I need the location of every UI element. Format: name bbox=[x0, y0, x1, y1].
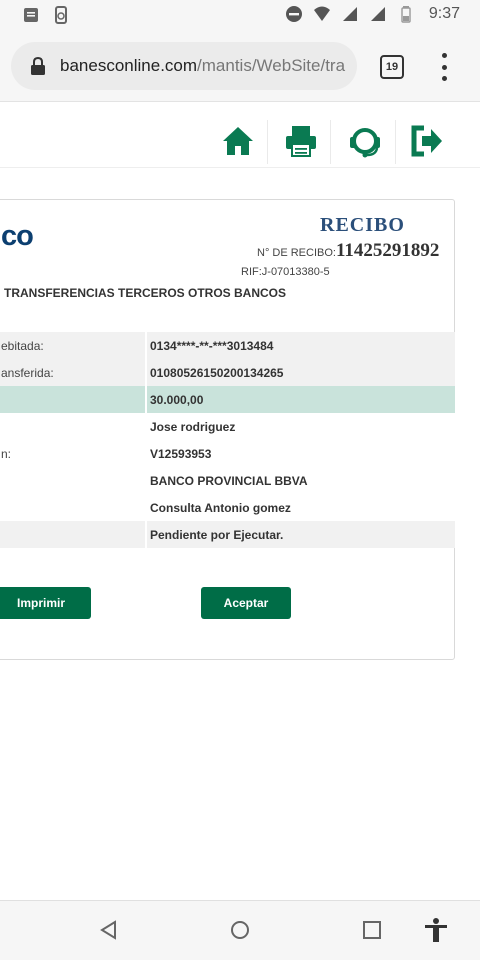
menu-dot bbox=[441, 76, 447, 81]
receipt-number-row: N° DE RECIBO: 11425291892 bbox=[257, 240, 439, 262]
accessibility-icon[interactable] bbox=[423, 917, 449, 943]
receipt-title: RECIBO bbox=[320, 214, 405, 236]
browser-toolbar: banesconline.com/mantis/WebSite/tra 19 bbox=[0, 32, 480, 102]
logout-icon[interactable] bbox=[410, 124, 444, 158]
battery-icon bbox=[401, 6, 411, 23]
row-value: 01080526150200134265 bbox=[147, 359, 455, 386]
table-row: Consulta Antonio gomez bbox=[0, 494, 455, 521]
toolbar-divider bbox=[330, 120, 331, 164]
table-row: 30.000,00 bbox=[0, 386, 455, 413]
receipt-number: 11425291892 bbox=[335, 240, 440, 261]
clock: 9:37 bbox=[428, 5, 460, 22]
table-row: ansferida: 01080526150200134265 bbox=[0, 359, 455, 386]
url-path: /mantis/WebSite/tra bbox=[197, 56, 346, 75]
receipt-number-label: N° DE RECIBO: bbox=[257, 247, 336, 259]
table-row: n: V12593953 bbox=[0, 440, 455, 467]
row-label bbox=[0, 467, 145, 494]
table-row: Jose rodriguez bbox=[0, 413, 455, 440]
row-value: V12593953 bbox=[147, 440, 455, 467]
system-nav-bar bbox=[0, 900, 480, 960]
recents-icon[interactable] bbox=[361, 919, 383, 941]
menu-dot bbox=[441, 64, 447, 70]
row-value: 0134****-**-***3013484 bbox=[147, 332, 455, 359]
signal-icon bbox=[342, 7, 357, 21]
table-row: BANCO PROVINCIAL BBVA bbox=[0, 467, 455, 494]
receipt-table: ebitada: 0134****-**-***3013484 ansferid… bbox=[0, 332, 455, 548]
table-row: Pendiente por Ejecutar. bbox=[0, 521, 455, 548]
receipt-card: co RECIBO N° DE RECIBO: 11425291892 RIF:… bbox=[0, 199, 455, 660]
row-label bbox=[0, 413, 145, 440]
print-button[interactable]: Imprimir bbox=[0, 587, 91, 619]
toolbar-divider bbox=[395, 120, 396, 164]
url-text: banesconline.com/mantis/WebSite/tra bbox=[60, 56, 345, 76]
rif-text: RIF:J-07013380-5 bbox=[241, 266, 330, 278]
row-label bbox=[0, 521, 145, 548]
lock-icon bbox=[31, 56, 45, 75]
row-label bbox=[0, 494, 145, 521]
site-toolbar bbox=[0, 102, 480, 168]
row-value: Pendiente por Ejecutar. bbox=[147, 521, 455, 548]
toolbar-divider bbox=[267, 120, 268, 164]
sync-icon bbox=[55, 6, 67, 24]
wifi-icon bbox=[313, 6, 330, 21]
row-value: Consulta Antonio gomez bbox=[147, 494, 455, 521]
more-menu-button[interactable] bbox=[436, 53, 452, 81]
row-label bbox=[0, 386, 145, 413]
notification-icon bbox=[24, 8, 38, 22]
row-value: Jose rodriguez bbox=[147, 413, 455, 440]
home-icon[interactable] bbox=[221, 124, 255, 158]
row-value: BANCO PROVINCIAL BBVA bbox=[147, 467, 455, 494]
url-domain: banesconline.com bbox=[60, 56, 198, 75]
home-button-icon[interactable] bbox=[229, 919, 251, 941]
support-icon[interactable] bbox=[348, 124, 382, 158]
transaction-type: TRANSFERENCIAS TERCEROS OTROS BANCOS bbox=[4, 286, 287, 300]
bank-logo: co bbox=[1, 220, 34, 252]
address-bar[interactable]: banesconline.com/mantis/WebSite/tra bbox=[11, 42, 357, 90]
status-bar: 9:37 bbox=[0, 0, 480, 32]
row-label: n: bbox=[0, 440, 145, 467]
accept-button[interactable]: Aceptar bbox=[201, 587, 291, 619]
table-row: ebitada: 0134****-**-***3013484 bbox=[0, 332, 455, 359]
row-label: ebitada: bbox=[0, 332, 145, 359]
tab-switcher-button[interactable]: 19 bbox=[380, 55, 404, 79]
back-icon[interactable] bbox=[98, 919, 120, 941]
print-icon[interactable] bbox=[284, 124, 318, 158]
signal-icon bbox=[370, 7, 385, 21]
row-label: ansferida: bbox=[0, 359, 145, 386]
menu-dot bbox=[441, 53, 447, 58]
do-not-disturb-icon bbox=[285, 6, 302, 22]
row-value: 30.000,00 bbox=[147, 386, 455, 413]
